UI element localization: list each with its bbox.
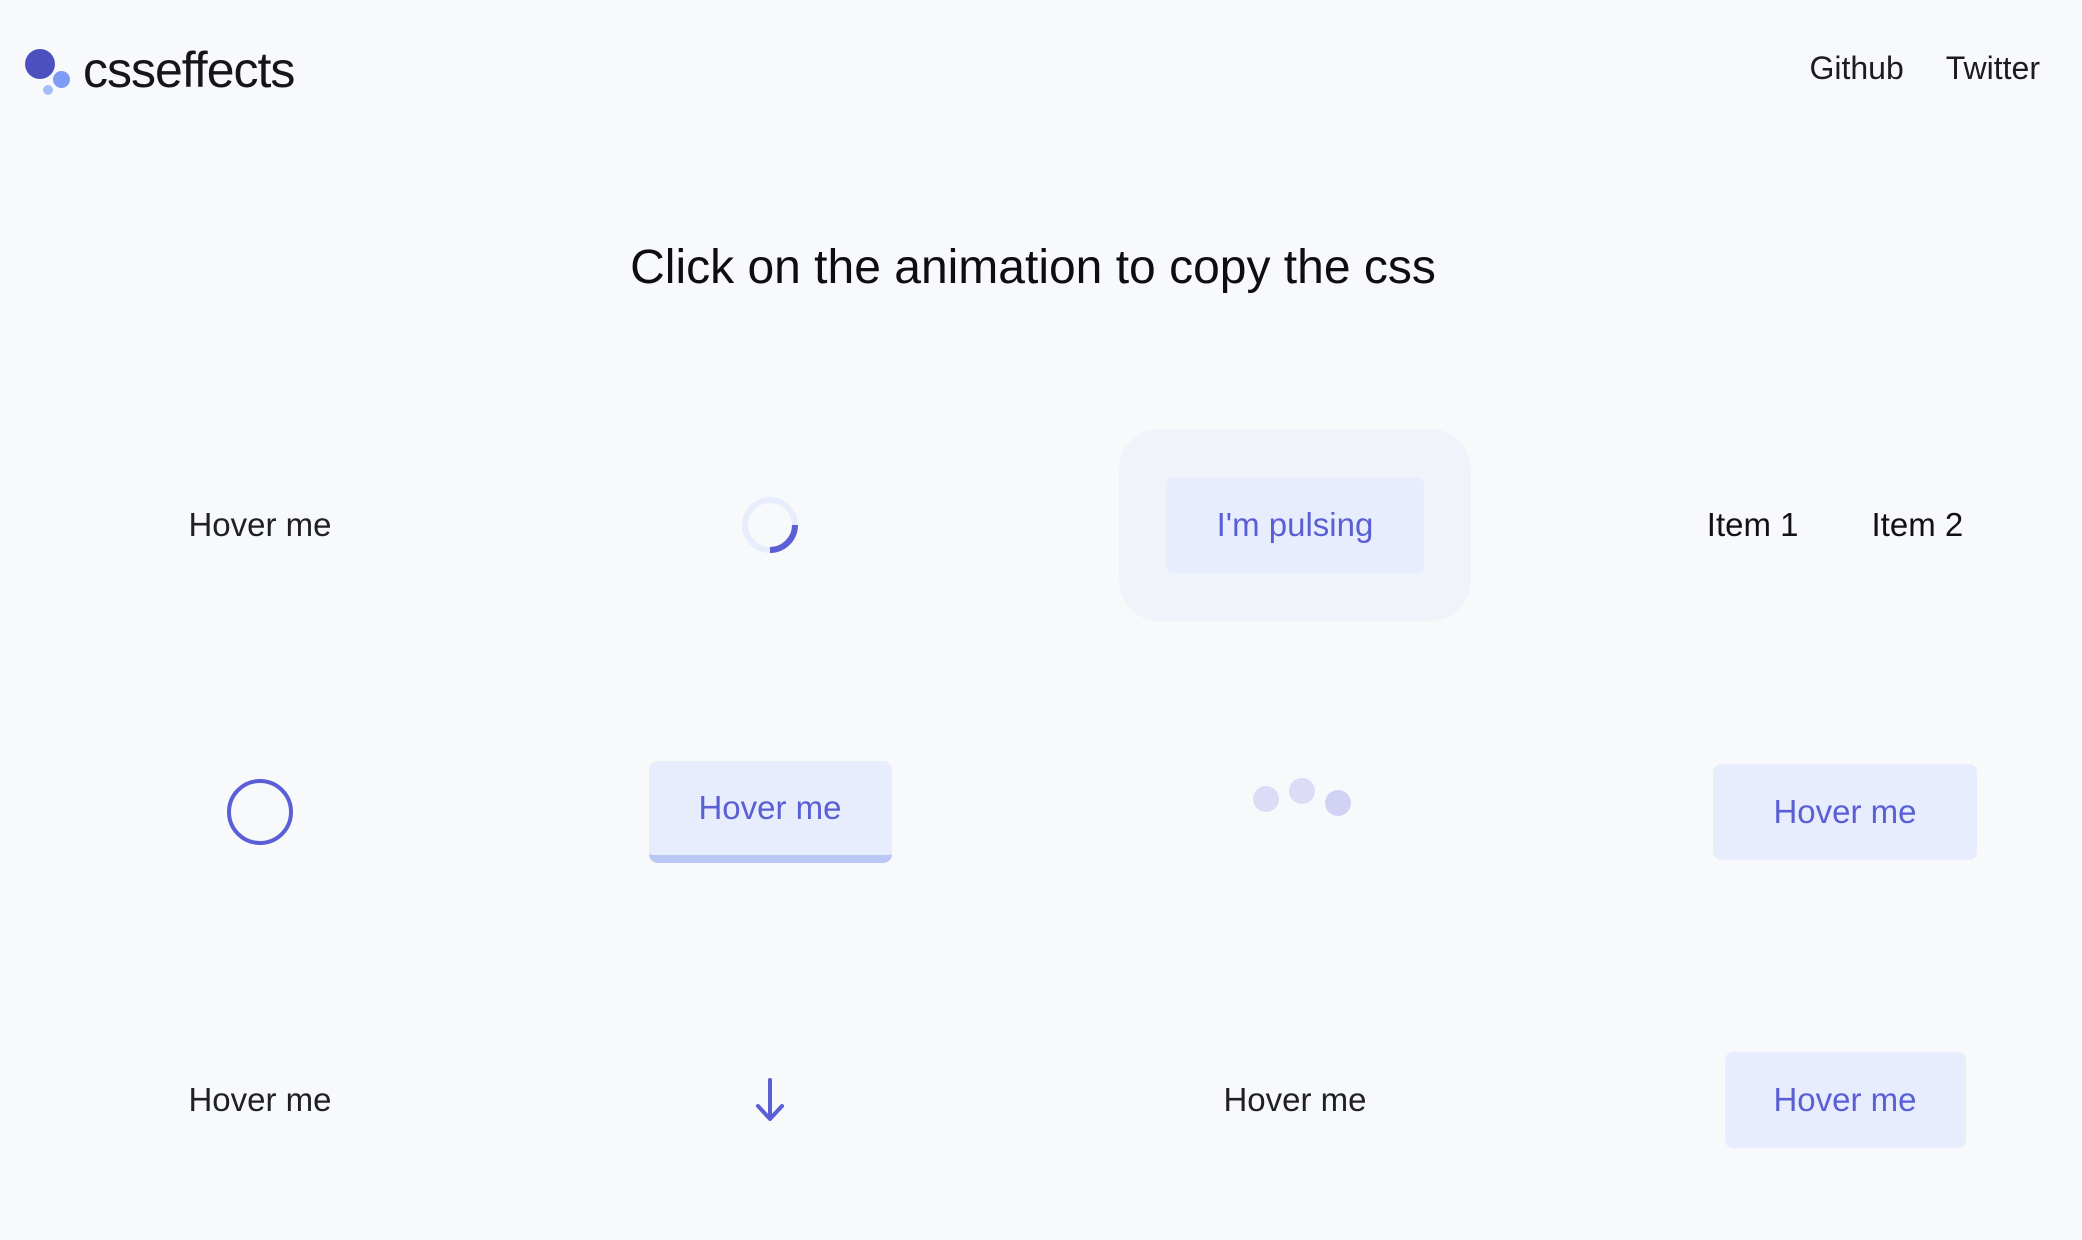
effect-spinner[interactable]	[510, 425, 1030, 625]
effect-arrow[interactable]	[510, 1000, 1030, 1200]
arrow-down-icon	[756, 1078, 784, 1121]
effect-fill-button[interactable]: Hover me	[1555, 712, 2075, 912]
logo-text: csseffects	[83, 42, 295, 98]
nav-link-twitter[interactable]: Twitter	[1946, 50, 2040, 87]
fill-hover-button[interactable]: Hover me	[1713, 764, 1977, 860]
logo-dots-icon	[25, 42, 73, 98]
effect-pulse[interactable]: I'm pulsing	[1035, 425, 1555, 625]
hover-button[interactable]: Hover me	[1724, 1052, 1966, 1148]
logo[interactable]: csseffects	[25, 40, 295, 100]
effect-hover-text-3[interactable]: Hover me	[1035, 1000, 1555, 1200]
circle-icon	[227, 779, 293, 845]
bouncing-dots-icon	[1235, 762, 1351, 822]
hover-text: Hover me	[188, 1081, 332, 1118]
page-title: Click on the animation to copy the css	[630, 241, 1436, 294]
tabs: Item 1 Item 2	[1707, 506, 1963, 544]
effect-border-button[interactable]: Hover me	[510, 712, 1030, 912]
hover-text: Hover me	[188, 506, 332, 543]
hover-text: Hover me	[1223, 1081, 1367, 1118]
pulse-button[interactable]: I'm pulsing	[1166, 477, 1424, 573]
nav-link-github[interactable]: Github	[1809, 50, 1903, 87]
effect-tabs: Item 1 Item 2	[1555, 425, 2075, 625]
effect-hover-text[interactable]: Hover me	[0, 425, 520, 625]
tab-item-1[interactable]: Item 1	[1707, 506, 1799, 544]
effect-hover-text-2[interactable]: Hover me	[0, 1000, 520, 1200]
tab-item-2[interactable]: Item 2	[1872, 506, 1964, 544]
effect-button[interactable]: Hover me	[1555, 1000, 2075, 1200]
top-nav: Github Twitter	[1809, 50, 2040, 87]
effect-ring[interactable]	[0, 712, 520, 912]
loading-spinner-icon	[742, 497, 798, 553]
effect-dots[interactable]	[1035, 712, 1555, 912]
border-hover-button[interactable]: Hover me	[648, 761, 892, 863]
